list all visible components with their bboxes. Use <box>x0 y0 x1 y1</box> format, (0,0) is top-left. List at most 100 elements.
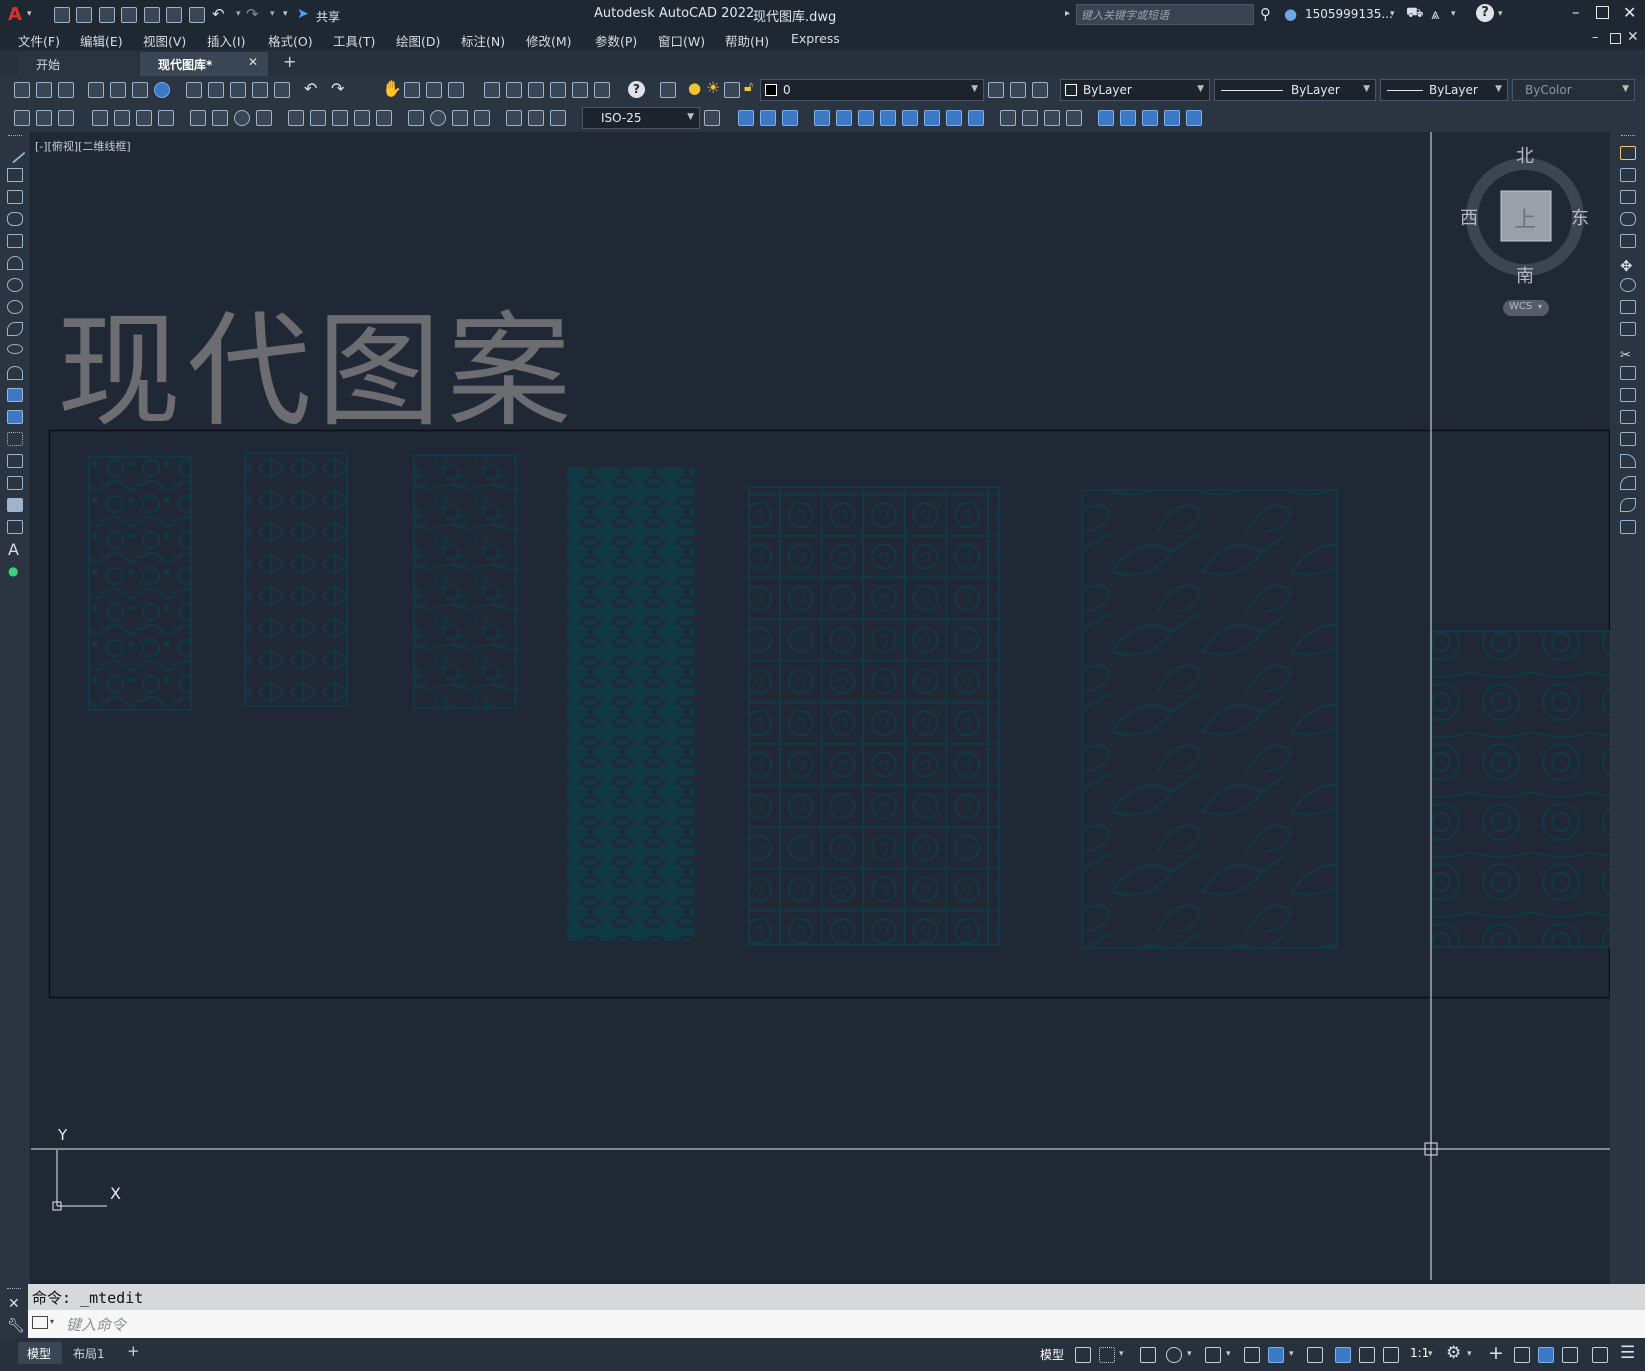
copy-edges-icon[interactable] <box>1186 110 1202 126</box>
annotation-scale-icon[interactable] <box>1383 1347 1399 1363</box>
qnew-icon[interactable] <box>14 82 30 98</box>
menu-format[interactable]: 格式(O) <box>268 31 313 50</box>
gradient-icon[interactable] <box>7 476 23 490</box>
menu-help[interactable]: 帮助(H) <box>725 31 769 50</box>
layer-states-icon[interactable] <box>1032 82 1048 98</box>
check-solid-icon[interactable] <box>1164 110 1180 126</box>
doc-restore-icon[interactable] <box>1610 33 1621 44</box>
a360-chevron-icon[interactable]: ▾ <box>1451 9 1456 19</box>
dimension-space-icon[interactable] <box>354 110 370 126</box>
chamfer-icon[interactable] <box>1620 454 1636 468</box>
intersect-icon[interactable] <box>782 110 798 126</box>
drawing-geometry[interactable] <box>31 132 1610 1280</box>
search-input[interactable]: 键入关键字或短语 <box>1076 4 1254 25</box>
wcs-menu-button[interactable]: WCS ▾ <box>1503 300 1549 316</box>
snap-mode-icon[interactable] <box>1099 1347 1115 1363</box>
save-icon[interactable] <box>99 7 115 23</box>
region-icon[interactable] <box>7 498 23 512</box>
explode-icon[interactable] <box>1620 520 1636 534</box>
command-prompt-icon[interactable] <box>32 1316 48 1329</box>
cart-icon[interactable]: ⛟ <box>1406 5 1424 23</box>
plot-icon[interactable] <box>88 82 104 98</box>
annotation-scale-value[interactable]: 1:1 <box>1410 1346 1429 1360</box>
viewcube-west-label[interactable]: 西 <box>1460 204 1478 230</box>
delete-faces-icon[interactable] <box>880 110 896 126</box>
extend-icon[interactable] <box>1620 366 1636 380</box>
line-icon[interactable] <box>4 142 26 164</box>
copy-object-icon[interactable] <box>1620 168 1636 182</box>
pattern-panel-6[interactable] <box>1081 489 1338 949</box>
dimension-style-dropdown[interactable]: ISO-25 ▼ <box>582 107 700 129</box>
ortho-mode-icon[interactable] <box>1140 1347 1156 1363</box>
pan-icon[interactable]: ✋ <box>382 79 402 98</box>
plot-style-dropdown[interactable]: ByColor ▼ <box>1512 79 1635 101</box>
pattern-panel-2[interactable] <box>244 452 348 707</box>
move-icon[interactable]: ✥ <box>1620 256 1636 275</box>
customize-qat-chevron-icon[interactable]: ▾ <box>283 9 288 19</box>
new-tab-icon[interactable]: + <box>283 52 296 71</box>
inspection-icon[interactable] <box>452 110 468 126</box>
help-chevron-icon[interactable]: ▾ <box>1498 9 1503 19</box>
color-dropdown[interactable]: ByLayer ▼ <box>1060 79 1210 101</box>
dimension-text-edit-icon[interactable] <box>528 110 544 126</box>
scale-chevron-icon[interactable]: ▾ <box>1428 1349 1433 1359</box>
trim-icon[interactable]: ✂ <box>1620 344 1636 363</box>
viewcube-north-label[interactable]: 北 <box>1516 142 1534 168</box>
layer-previous-icon[interactable] <box>1010 82 1026 98</box>
insert-block-icon[interactable] <box>14 110 30 126</box>
menu-insert[interactable]: 插入(I) <box>207 31 245 50</box>
jogged-dimension-icon[interactable] <box>212 110 228 126</box>
toolbar-grip[interactable] <box>8 135 22 138</box>
zoom-window-icon[interactable] <box>426 82 442 98</box>
stretch-icon[interactable] <box>1620 322 1636 336</box>
plot-preview-icon[interactable] <box>110 82 126 98</box>
offset-faces-icon[interactable] <box>858 110 874 126</box>
markup-icon[interactable] <box>572 82 588 98</box>
multiline-text-icon[interactable]: A <box>8 540 19 559</box>
pattern-panel-7[interactable] <box>1430 630 1610 948</box>
workspace-chevron-icon[interactable]: ▾ <box>1467 1349 1472 1359</box>
share-icon[interactable]: ➤ <box>297 6 309 22</box>
close-command-line-icon[interactable]: ✕ <box>8 1296 20 1312</box>
menu-file[interactable]: 文件(F) <box>18 31 60 50</box>
undo-icon[interactable]: ↶ <box>212 5 225 23</box>
undo-toolbar-icon[interactable]: ↶ <box>304 79 317 98</box>
customization-menu-icon[interactable]: ☰ <box>1620 1343 1635 1363</box>
add-selected-icon[interactable]: ● <box>8 564 18 578</box>
join-icon[interactable] <box>1620 432 1636 446</box>
make-current-layer-icon[interactable] <box>988 82 1004 98</box>
menu-view[interactable]: 视图(V) <box>143 31 186 50</box>
open-icon[interactable] <box>36 82 52 98</box>
save-as-icon[interactable] <box>121 7 137 23</box>
lineweight-display-icon[interactable] <box>1307 1347 1323 1363</box>
autocad-logo[interactable]: A <box>8 4 22 25</box>
separate-icon[interactable] <box>1044 110 1060 126</box>
polar-tracking-icon[interactable] <box>1166 1347 1182 1363</box>
revision-cloud-icon[interactable] <box>7 300 23 314</box>
slice-icon[interactable] <box>1142 110 1158 126</box>
construction-line-icon[interactable] <box>7 168 23 182</box>
command-grip[interactable] <box>7 1288 21 1291</box>
hatch-icon[interactable] <box>7 454 23 468</box>
design-center-icon[interactable] <box>506 82 522 98</box>
units-icon[interactable] <box>1514 1347 1530 1363</box>
layer-thaw-sun-icon[interactable]: ☀ <box>706 78 720 97</box>
menu-draw[interactable]: 绘图(D) <box>396 31 440 50</box>
angular-dimension-icon[interactable] <box>256 110 272 126</box>
web-open-icon[interactable] <box>144 7 160 23</box>
tab-model-layout[interactable]: 模型 <box>18 1342 62 1364</box>
dimension-update-icon[interactable] <box>550 110 566 126</box>
imprint-icon[interactable] <box>1000 110 1016 126</box>
paste-icon[interactable] <box>230 82 246 98</box>
center-mark-icon[interactable] <box>430 110 446 126</box>
rotate-icon[interactable] <box>1620 278 1636 292</box>
add-layout-icon[interactable]: + <box>127 1342 140 1360</box>
help-toolbar-icon[interactable]: ? <box>628 81 645 98</box>
maximize-icon[interactable] <box>1596 6 1609 19</box>
pattern-panel-1[interactable] <box>88 456 192 711</box>
object-snap-icon[interactable] <box>1268 1347 1284 1363</box>
tool-palettes-icon[interactable] <box>528 82 544 98</box>
layer-on-bulb-icon[interactable]: ● <box>688 79 701 97</box>
properties-icon[interactable] <box>484 82 500 98</box>
point-icon[interactable] <box>7 432 23 446</box>
